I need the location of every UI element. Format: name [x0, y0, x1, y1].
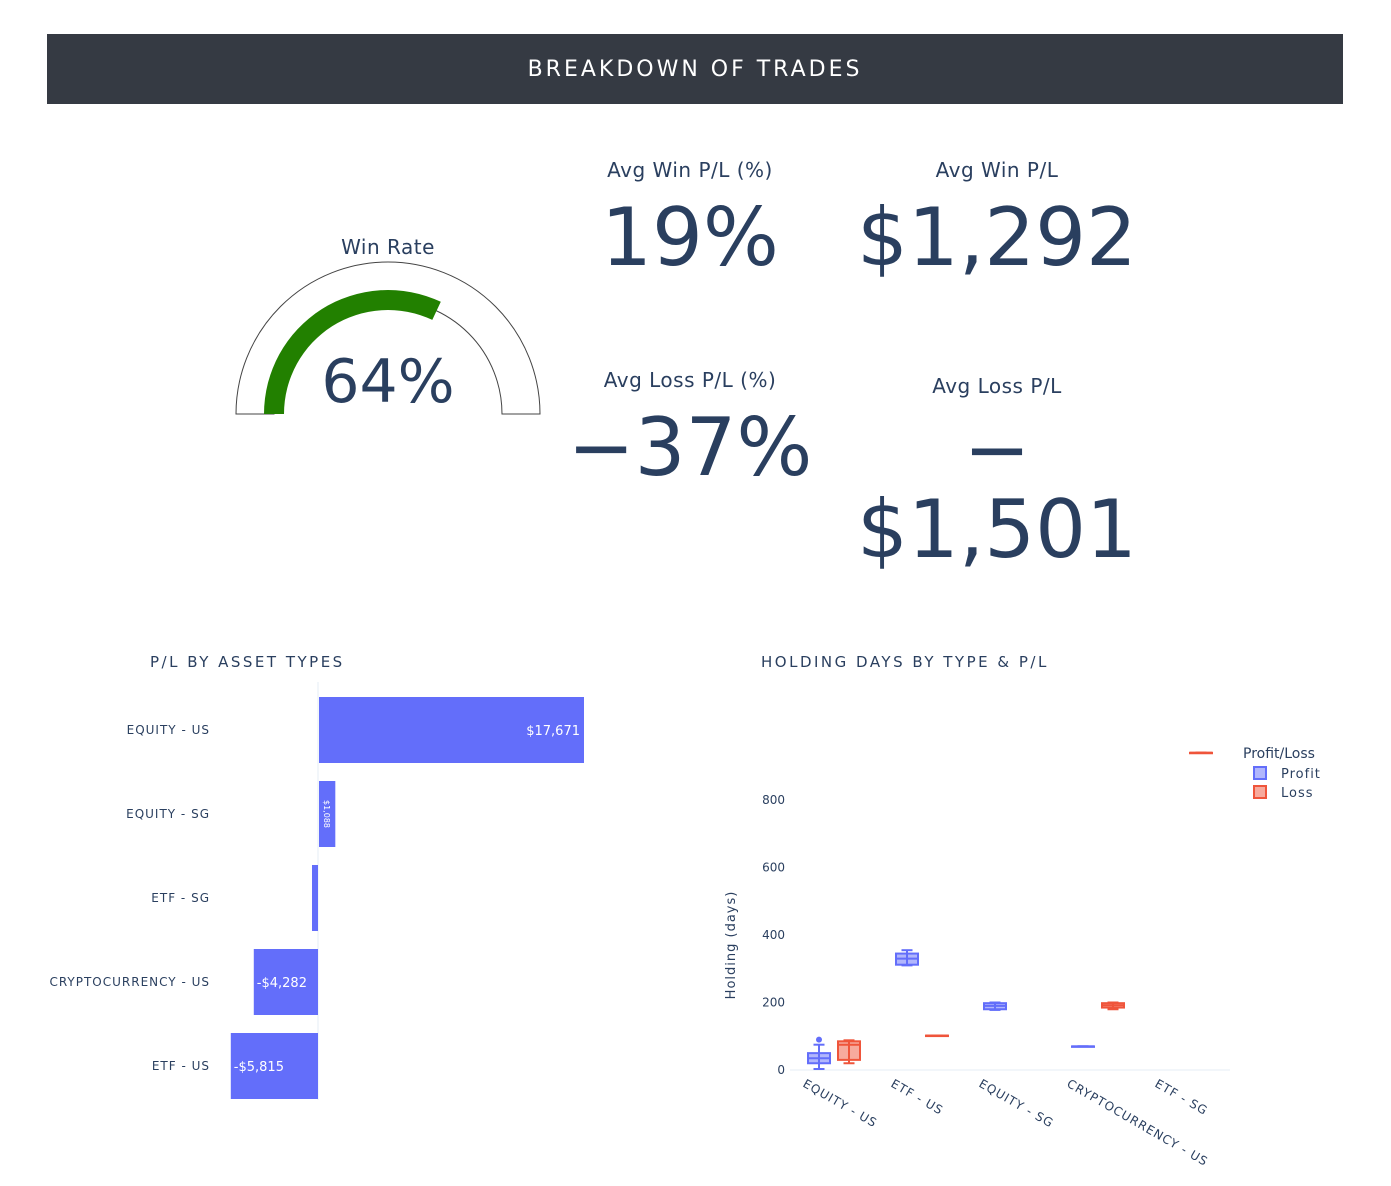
avg-win-pct-title: Avg Win P/L (%)	[607, 158, 773, 182]
y-tick-label: 200	[762, 996, 785, 1010]
x-tick-label: EQUITY - US	[801, 1076, 880, 1130]
pl-category-label: ETF - US	[152, 1059, 210, 1073]
x-tick-label: EQUITY - SG	[977, 1076, 1057, 1130]
pl-value-label: -$4,282	[257, 976, 307, 991]
pl-category-label: CRYPTOCURRENCY - US	[49, 975, 210, 989]
pl-bar-chart: EQUITY - US $17,671 EQUITY - SG $1,088 ETF -…	[49, 682, 584, 1100]
y-axis-title: Holding (days)	[724, 891, 739, 1000]
y-tick-label: 0	[777, 1063, 785, 1077]
y-tick-label: 400	[762, 928, 785, 942]
gauge-value: 64%	[321, 347, 454, 417]
box-outlier	[816, 1036, 822, 1043]
gauge-title: Win Rate	[341, 235, 435, 259]
pl-value-label: $1,088	[322, 800, 331, 828]
page-title: BREAKDOWN OF TRADES	[527, 56, 863, 82]
pl-category-label: ETF - SG	[151, 891, 210, 905]
legend-item-label: Loss	[1281, 786, 1314, 801]
avg-loss-pct-value: −37%	[567, 401, 813, 494]
page-banner: BREAKDOWN OF TRADES	[47, 34, 1343, 104]
x-tick-label: ETF - SG	[1153, 1076, 1211, 1117]
avg-loss-title: Avg Loss P/L	[932, 374, 1062, 398]
legend-item-label: Profit	[1281, 767, 1321, 782]
holding-box-chart: 0200400600800Holding (days)EQUITY - US ET…	[724, 746, 1321, 1169]
x-tick-label: CRYPTOCURRENCY - US	[1065, 1076, 1211, 1168]
pl-bar	[312, 865, 318, 931]
avg-win-value: $1,292	[857, 191, 1137, 284]
avg-loss-pct-title: Avg Loss P/L (%)	[603, 368, 777, 392]
pl-value-label: $17,671	[526, 724, 580, 739]
pl-category-label: EQUITY - SG	[126, 807, 210, 821]
avg-win-title: Avg Win P/L	[935, 158, 1059, 182]
pl-category-label: EQUITY - US	[127, 723, 210, 737]
legend-title: Profit/Loss	[1243, 746, 1315, 762]
legend-swatch	[1253, 766, 1267, 780]
pl-chart-title: P/L BY ASSET TYPES	[150, 653, 345, 671]
pl-value-label: -$5,815	[234, 1060, 284, 1075]
avg-win-pct-value: 19%	[601, 191, 779, 284]
holding-chart-title: HOLDING DAYS BY TYPE & P/L	[761, 653, 1049, 671]
y-tick-label: 800	[762, 793, 785, 807]
y-tick-label: 600	[762, 861, 785, 875]
win-rate-gauge: 64%	[235, 261, 541, 417]
legend-swatch	[1253, 785, 1267, 799]
avg-loss-value: −$1,501	[857, 403, 1137, 576]
x-tick-label: ETF - US	[889, 1076, 946, 1117]
